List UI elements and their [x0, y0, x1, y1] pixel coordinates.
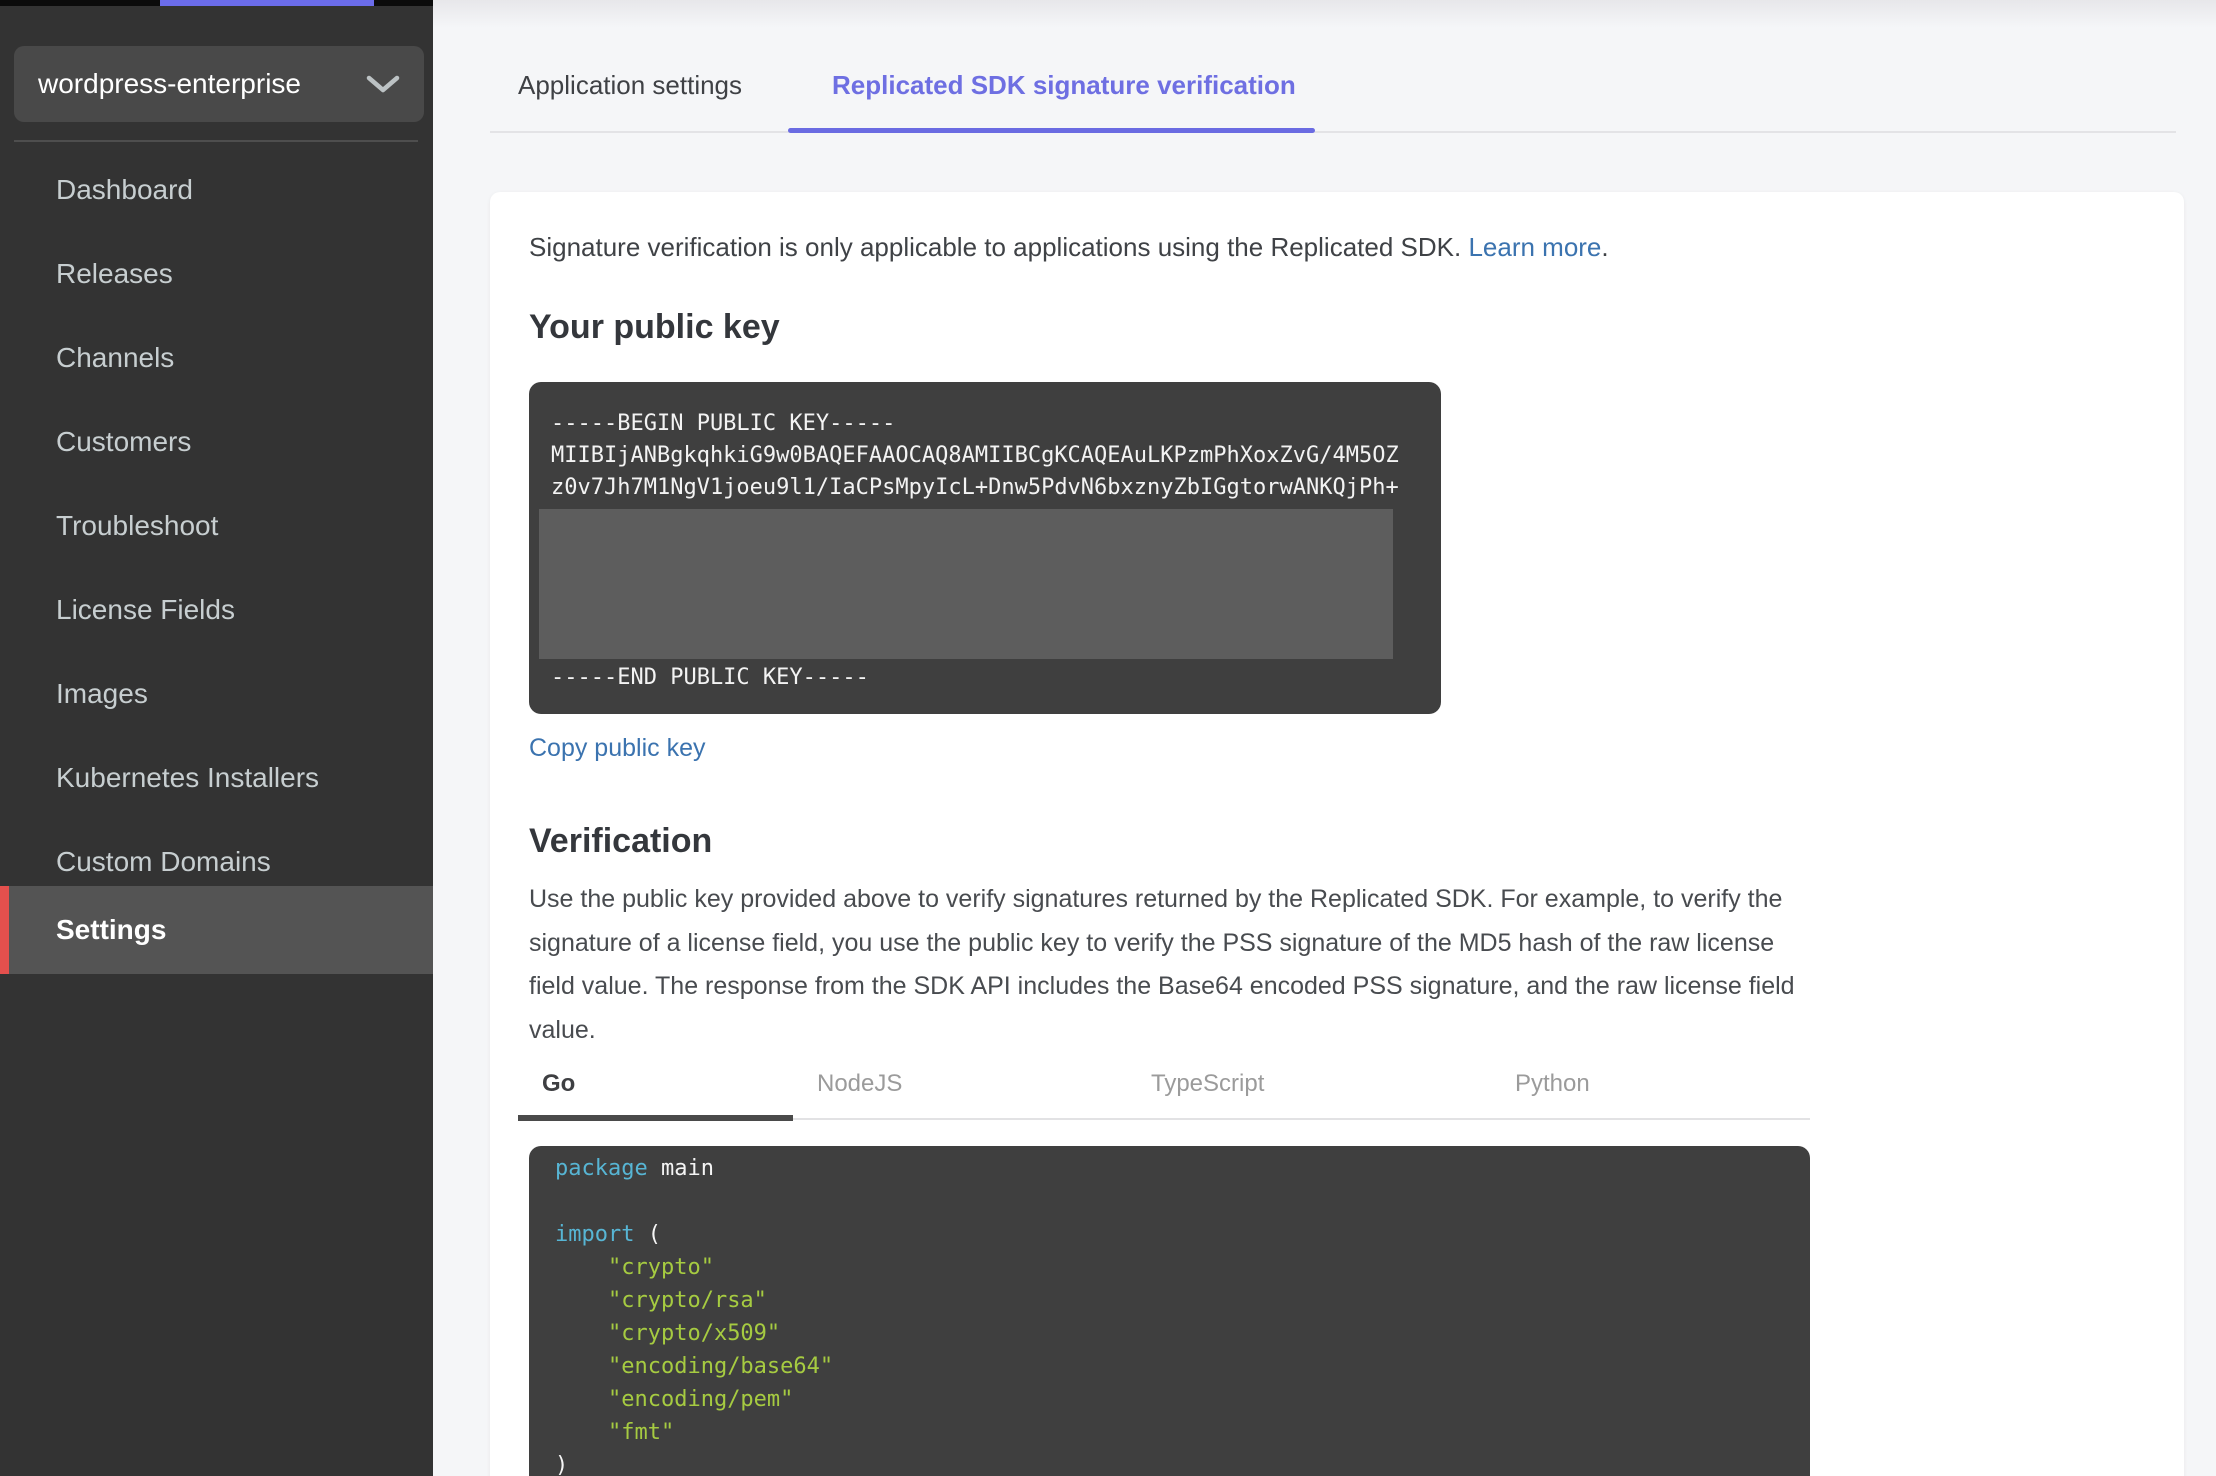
sidebar-item-settings[interactable]: Settings [0, 886, 433, 974]
public-key-line: MIIBIjANBgkqhkiG9w0BAQEFAAOCAQ8AMIIBCgKC… [551, 443, 1399, 468]
verification-paragraph: Use the public key provided above to ver… [529, 885, 1795, 1044]
lang-tab-nodejs[interactable]: NodeJS [817, 1070, 902, 1098]
go-code: package main import ( "crypto" "crypto/r… [555, 1156, 834, 1476]
sidebar-item-troubleshoot[interactable]: Troubleshoot [0, 484, 433, 568]
lang-tab-typescript[interactable]: TypeScript [1151, 1070, 1264, 1098]
public-key-line: z0v7Jh7M1NgV1joeu9l1/IaCPsMpyIcL+Dnw5Pdv… [551, 475, 1399, 500]
public-key-end-line: -----END PUBLIC KEY----- [551, 665, 869, 690]
sidebar-item-label: Dashboard [56, 174, 193, 205]
public-key-text: -----BEGIN PUBLIC KEY----- MIIBIjANBgkqh… [551, 408, 1399, 504]
public-key-line: -----BEGIN PUBLIC KEY----- [551, 411, 896, 436]
copy-public-key-link[interactable]: Copy public key [529, 734, 705, 763]
sidebar-item-label: Settings [56, 914, 167, 945]
main-content: Application settings Replicated SDK sign… [433, 0, 2216, 1476]
lang-tab-python[interactable]: Python [1515, 1070, 1590, 1098]
sidebar-item-label: Channels [56, 342, 175, 373]
chevron-down-icon [366, 75, 400, 93]
sidebar-item-label: Images [56, 678, 148, 709]
sidebar-item-dashboard[interactable]: Dashboard [0, 148, 433, 232]
lang-tab-go[interactable]: Go [542, 1070, 575, 1098]
top-progress-strip-segment [160, 0, 374, 6]
sidebar-item-label: Releases [56, 258, 173, 289]
sidebar-item-releases[interactable]: Releases [0, 232, 433, 316]
tab-application-settings[interactable]: Application settings [518, 70, 742, 101]
page-root: wordpress-enterprise Dashboard Releases … [0, 0, 2216, 1476]
tab-replicated-sdk-signature-verification[interactable]: Replicated SDK signature verification [832, 70, 1296, 101]
intro-sentence: Signature verification is only applicabl… [529, 232, 1469, 262]
sidebar-item-customers[interactable]: Customers [0, 400, 433, 484]
sidebar-item-label: Custom Domains [56, 846, 271, 877]
public-key-heading: Your public key [529, 308, 780, 346]
verification-heading: Verification [529, 822, 713, 860]
sidebar-item-license-fields[interactable]: License Fields [0, 568, 433, 652]
public-key-selected-region [539, 509, 1393, 659]
intro-period: . [1601, 232, 1609, 262]
public-key-block[interactable]: -----BEGIN PUBLIC KEY----- MIIBIjANBgkqh… [529, 382, 1441, 714]
app-selector-dropdown[interactable]: wordpress-enterprise [14, 46, 424, 122]
sidebar-item-channels[interactable]: Channels [0, 316, 433, 400]
settings-card: Signature verification is only applicabl… [490, 192, 2184, 1476]
app-selector-label: wordpress-enterprise [38, 68, 301, 99]
active-lang-tab-underline [518, 1115, 793, 1121]
active-item-accent-bar [0, 886, 9, 974]
sidebar-item-kubernetes-installers[interactable]: Kubernetes Installers [0, 736, 433, 820]
sidebar-item-images[interactable]: Images [0, 652, 433, 736]
sidebar-item-label: Troubleshoot [56, 510, 219, 541]
intro-text: Signature verification is only applicabl… [529, 232, 1609, 263]
top-progress-strip [0, 0, 433, 6]
sidebar-item-label: Kubernetes Installers [56, 762, 320, 793]
sidebar-divider [14, 140, 418, 142]
code-snippet-block[interactable]: package main import ( "crypto" "crypto/r… [529, 1146, 1810, 1476]
active-tab-underline [788, 128, 1315, 133]
sidebar-item-label: License Fields [56, 594, 235, 625]
sidebar: wordpress-enterprise Dashboard Releases … [0, 0, 433, 1476]
sidebar-item-label: Customers [56, 426, 192, 457]
learn-more-link[interactable]: Learn more [1468, 232, 1601, 262]
tab-row-border [490, 131, 2176, 133]
